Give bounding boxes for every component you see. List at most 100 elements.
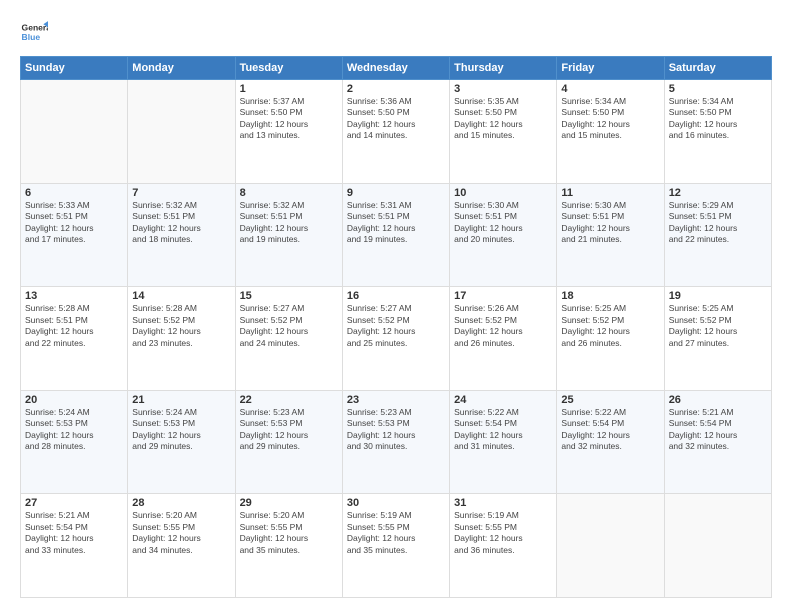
day-number: 20 (25, 394, 123, 406)
day-number: 18 (561, 290, 659, 302)
day-info: Sunrise: 5:32 AMSunset: 5:51 PMDaylight:… (240, 200, 338, 246)
day-number: 13 (25, 290, 123, 302)
calendar-cell: 26Sunrise: 5:21 AMSunset: 5:54 PMDayligh… (664, 390, 771, 494)
day-info: Sunrise: 5:33 AMSunset: 5:51 PMDaylight:… (25, 200, 123, 246)
calendar-week-row: 6Sunrise: 5:33 AMSunset: 5:51 PMDaylight… (21, 183, 772, 287)
calendar-day-header: Thursday (450, 57, 557, 80)
day-info: Sunrise: 5:21 AMSunset: 5:54 PMDaylight:… (669, 407, 767, 453)
calendar-cell: 27Sunrise: 5:21 AMSunset: 5:54 PMDayligh… (21, 494, 128, 598)
day-info: Sunrise: 5:25 AMSunset: 5:52 PMDaylight:… (669, 303, 767, 349)
day-number: 2 (347, 83, 445, 95)
day-number: 14 (132, 290, 230, 302)
day-info: Sunrise: 5:27 AMSunset: 5:52 PMDaylight:… (240, 303, 338, 349)
calendar-header-row: SundayMondayTuesdayWednesdayThursdayFrid… (21, 57, 772, 80)
logo-icon: General Blue (20, 18, 48, 46)
day-info: Sunrise: 5:19 AMSunset: 5:55 PMDaylight:… (347, 510, 445, 556)
page: General Blue SundayMondayTuesdayWednesda… (0, 0, 792, 612)
calendar-cell (128, 80, 235, 184)
calendar-cell: 8Sunrise: 5:32 AMSunset: 5:51 PMDaylight… (235, 183, 342, 287)
calendar-cell: 20Sunrise: 5:24 AMSunset: 5:53 PMDayligh… (21, 390, 128, 494)
day-info: Sunrise: 5:32 AMSunset: 5:51 PMDaylight:… (132, 200, 230, 246)
calendar-cell: 29Sunrise: 5:20 AMSunset: 5:55 PMDayligh… (235, 494, 342, 598)
calendar-cell: 18Sunrise: 5:25 AMSunset: 5:52 PMDayligh… (557, 287, 664, 391)
day-info: Sunrise: 5:24 AMSunset: 5:53 PMDaylight:… (132, 407, 230, 453)
calendar-cell: 13Sunrise: 5:28 AMSunset: 5:51 PMDayligh… (21, 287, 128, 391)
calendar-cell: 6Sunrise: 5:33 AMSunset: 5:51 PMDaylight… (21, 183, 128, 287)
calendar-cell: 16Sunrise: 5:27 AMSunset: 5:52 PMDayligh… (342, 287, 449, 391)
calendar-week-row: 27Sunrise: 5:21 AMSunset: 5:54 PMDayligh… (21, 494, 772, 598)
day-number: 21 (132, 394, 230, 406)
day-number: 8 (240, 187, 338, 199)
day-number: 10 (454, 187, 552, 199)
day-number: 3 (454, 83, 552, 95)
day-info: Sunrise: 5:34 AMSunset: 5:50 PMDaylight:… (561, 96, 659, 142)
calendar-cell: 14Sunrise: 5:28 AMSunset: 5:52 PMDayligh… (128, 287, 235, 391)
day-info: Sunrise: 5:23 AMSunset: 5:53 PMDaylight:… (240, 407, 338, 453)
day-number: 1 (240, 83, 338, 95)
calendar-cell: 3Sunrise: 5:35 AMSunset: 5:50 PMDaylight… (450, 80, 557, 184)
day-info: Sunrise: 5:22 AMSunset: 5:54 PMDaylight:… (454, 407, 552, 453)
day-number: 15 (240, 290, 338, 302)
day-info: Sunrise: 5:24 AMSunset: 5:53 PMDaylight:… (25, 407, 123, 453)
day-number: 19 (669, 290, 767, 302)
day-number: 7 (132, 187, 230, 199)
day-info: Sunrise: 5:35 AMSunset: 5:50 PMDaylight:… (454, 96, 552, 142)
day-info: Sunrise: 5:30 AMSunset: 5:51 PMDaylight:… (561, 200, 659, 246)
calendar-cell: 22Sunrise: 5:23 AMSunset: 5:53 PMDayligh… (235, 390, 342, 494)
day-number: 27 (25, 497, 123, 509)
day-number: 22 (240, 394, 338, 406)
calendar-cell: 23Sunrise: 5:23 AMSunset: 5:53 PMDayligh… (342, 390, 449, 494)
day-info: Sunrise: 5:37 AMSunset: 5:50 PMDaylight:… (240, 96, 338, 142)
calendar-day-header: Tuesday (235, 57, 342, 80)
day-number: 16 (347, 290, 445, 302)
calendar-cell (664, 494, 771, 598)
calendar-cell (21, 80, 128, 184)
calendar-day-header: Friday (557, 57, 664, 80)
calendar-cell: 30Sunrise: 5:19 AMSunset: 5:55 PMDayligh… (342, 494, 449, 598)
calendar-cell: 21Sunrise: 5:24 AMSunset: 5:53 PMDayligh… (128, 390, 235, 494)
day-info: Sunrise: 5:22 AMSunset: 5:54 PMDaylight:… (561, 407, 659, 453)
day-info: Sunrise: 5:23 AMSunset: 5:53 PMDaylight:… (347, 407, 445, 453)
day-info: Sunrise: 5:27 AMSunset: 5:52 PMDaylight:… (347, 303, 445, 349)
day-number: 4 (561, 83, 659, 95)
day-info: Sunrise: 5:26 AMSunset: 5:52 PMDaylight:… (454, 303, 552, 349)
calendar-cell: 10Sunrise: 5:30 AMSunset: 5:51 PMDayligh… (450, 183, 557, 287)
day-number: 29 (240, 497, 338, 509)
header: General Blue (20, 18, 772, 46)
day-number: 9 (347, 187, 445, 199)
calendar-week-row: 20Sunrise: 5:24 AMSunset: 5:53 PMDayligh… (21, 390, 772, 494)
day-info: Sunrise: 5:25 AMSunset: 5:52 PMDaylight:… (561, 303, 659, 349)
svg-text:Blue: Blue (22, 32, 41, 42)
day-number: 30 (347, 497, 445, 509)
calendar-cell: 11Sunrise: 5:30 AMSunset: 5:51 PMDayligh… (557, 183, 664, 287)
calendar-cell (557, 494, 664, 598)
day-info: Sunrise: 5:21 AMSunset: 5:54 PMDaylight:… (25, 510, 123, 556)
day-info: Sunrise: 5:20 AMSunset: 5:55 PMDaylight:… (240, 510, 338, 556)
day-number: 12 (669, 187, 767, 199)
day-info: Sunrise: 5:31 AMSunset: 5:51 PMDaylight:… (347, 200, 445, 246)
calendar-day-header: Sunday (21, 57, 128, 80)
calendar-table: SundayMondayTuesdayWednesdayThursdayFrid… (20, 56, 772, 598)
day-number: 5 (669, 83, 767, 95)
calendar-cell: 9Sunrise: 5:31 AMSunset: 5:51 PMDaylight… (342, 183, 449, 287)
calendar-cell: 28Sunrise: 5:20 AMSunset: 5:55 PMDayligh… (128, 494, 235, 598)
calendar-cell: 25Sunrise: 5:22 AMSunset: 5:54 PMDayligh… (557, 390, 664, 494)
calendar-cell: 15Sunrise: 5:27 AMSunset: 5:52 PMDayligh… (235, 287, 342, 391)
day-info: Sunrise: 5:34 AMSunset: 5:50 PMDaylight:… (669, 96, 767, 142)
calendar-week-row: 1Sunrise: 5:37 AMSunset: 5:50 PMDaylight… (21, 80, 772, 184)
day-info: Sunrise: 5:19 AMSunset: 5:55 PMDaylight:… (454, 510, 552, 556)
calendar-cell: 19Sunrise: 5:25 AMSunset: 5:52 PMDayligh… (664, 287, 771, 391)
calendar-cell: 2Sunrise: 5:36 AMSunset: 5:50 PMDaylight… (342, 80, 449, 184)
logo: General Blue (20, 18, 48, 46)
day-info: Sunrise: 5:30 AMSunset: 5:51 PMDaylight:… (454, 200, 552, 246)
day-number: 24 (454, 394, 552, 406)
day-number: 28 (132, 497, 230, 509)
calendar-cell: 5Sunrise: 5:34 AMSunset: 5:50 PMDaylight… (664, 80, 771, 184)
day-number: 11 (561, 187, 659, 199)
calendar-cell: 1Sunrise: 5:37 AMSunset: 5:50 PMDaylight… (235, 80, 342, 184)
calendar-day-header: Saturday (664, 57, 771, 80)
day-number: 17 (454, 290, 552, 302)
day-number: 6 (25, 187, 123, 199)
day-info: Sunrise: 5:29 AMSunset: 5:51 PMDaylight:… (669, 200, 767, 246)
calendar-cell: 4Sunrise: 5:34 AMSunset: 5:50 PMDaylight… (557, 80, 664, 184)
